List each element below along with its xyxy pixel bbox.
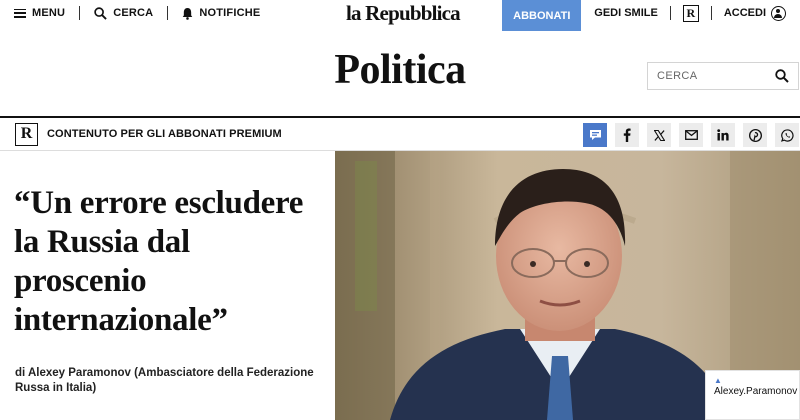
bell-icon bbox=[183, 7, 193, 20]
top-bar: MENU CERCA NOTIFICHE la Repubblica ABBON… bbox=[0, 0, 800, 32]
login-label: ACCEDI bbox=[723, 7, 766, 19]
headline-line: la Russia dal bbox=[14, 224, 190, 260]
pinterest-icon bbox=[748, 128, 762, 142]
premium-r-icon: R bbox=[15, 122, 38, 146]
divider bbox=[167, 6, 169, 20]
facebook-icon bbox=[623, 128, 631, 142]
search-icon bbox=[94, 6, 107, 20]
linkedin-icon bbox=[717, 129, 729, 141]
x-icon bbox=[653, 129, 665, 141]
linkedin-button[interactable] bbox=[711, 123, 735, 147]
headline-line: “Un errore escludere bbox=[14, 185, 304, 221]
search-icon[interactable] bbox=[775, 69, 789, 83]
whatsapp-button[interactable] bbox=[775, 123, 799, 147]
facebook-button[interactable] bbox=[615, 123, 639, 147]
email-icon bbox=[684, 130, 698, 140]
whatsapp-icon bbox=[780, 128, 794, 142]
notifications-button[interactable]: NOTIFICHE bbox=[182, 7, 260, 20]
caption-text: Alexey.Paramonov bbox=[714, 386, 798, 397]
share-bar bbox=[583, 123, 799, 147]
divider bbox=[669, 6, 671, 20]
headline-line: internazionale” bbox=[14, 302, 228, 338]
login-button[interactable]: ACCEDI bbox=[723, 5, 786, 21]
byline-line: Russa in Italia) bbox=[15, 382, 97, 394]
gedi-smile-link[interactable]: GEDI SMILE bbox=[594, 0, 658, 26]
headline-line: proscenio bbox=[14, 263, 147, 299]
search-button[interactable]: CERCA bbox=[94, 6, 154, 20]
menu-button[interactable]: MENU bbox=[14, 7, 65, 19]
article-byline: di Alexey Paramonov (Ambasciatore della … bbox=[15, 366, 325, 396]
divider bbox=[710, 6, 712, 20]
hamburger-icon bbox=[14, 8, 26, 18]
comments-button[interactable] bbox=[583, 123, 607, 147]
caret-up-icon: ▲ bbox=[714, 376, 722, 385]
search-input[interactable] bbox=[657, 70, 767, 82]
top-bar-right: ABBONATI GEDI SMILE R ACCEDI bbox=[502, 0, 800, 32]
premium-bar: R CONTENUTO PER GLI ABBONATI PREMIUM bbox=[0, 116, 800, 151]
email-button[interactable] bbox=[679, 123, 703, 147]
subscribe-button[interactable]: ABBONATI bbox=[502, 0, 582, 31]
article-headline[interactable]: “Un errore escludere la Russia dal prosc… bbox=[14, 184, 324, 340]
premium-label: CONTENUTO PER GLI ABBONATI PREMIUM bbox=[47, 128, 282, 140]
pinterest-button[interactable] bbox=[743, 123, 767, 147]
x-button[interactable] bbox=[647, 123, 671, 147]
top-bar-left: MENU CERCA NOTIFICHE bbox=[14, 0, 260, 26]
section-search bbox=[647, 62, 799, 90]
divider bbox=[79, 6, 81, 20]
site-logo[interactable]: la Repubblica bbox=[346, 0, 461, 26]
menu-label: MENU bbox=[32, 7, 66, 19]
user-icon bbox=[771, 5, 786, 21]
byline-line: di Alexey Paramonov (Ambasciatore della … bbox=[15, 367, 314, 379]
photo-caption[interactable]: ▲ Alexey.Paramonov bbox=[705, 370, 800, 420]
repubblica-r-icon[interactable]: R bbox=[682, 4, 699, 22]
notifications-label: NOTIFICHE bbox=[199, 7, 261, 19]
search-label: CERCA bbox=[113, 7, 154, 19]
comments-icon bbox=[589, 130, 601, 140]
